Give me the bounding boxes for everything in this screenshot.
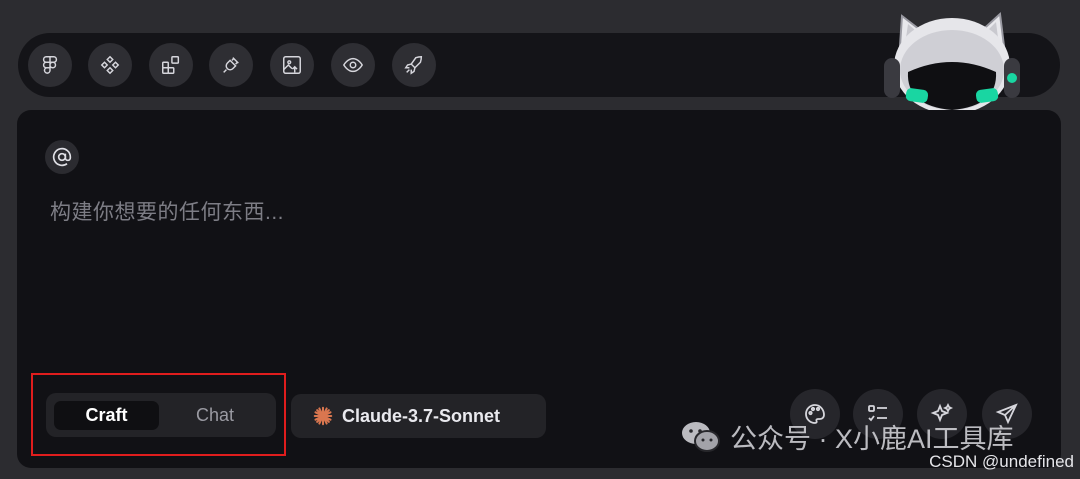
components-icon: [100, 55, 120, 75]
model-label: Claude-3.7-Sonnet: [342, 405, 501, 426]
robot-cat-mascot: [884, 11, 1020, 112]
blocks-icon: [162, 56, 180, 74]
model-selector[interactable]: Claude-3.7-Sonnet: [291, 394, 546, 438]
mention-button[interactable]: [45, 140, 79, 174]
blocks-button[interactable]: [149, 43, 193, 87]
image-upload-icon: [283, 56, 301, 74]
plug-icon: [223, 57, 239, 73]
preview-button[interactable]: [331, 43, 375, 87]
at-icon: [52, 147, 72, 167]
csdn-credit: CSDN @undefined: [929, 452, 1074, 471]
deploy-button[interactable]: [392, 43, 436, 87]
components-button[interactable]: [88, 43, 132, 87]
image-upload-button[interactable]: [270, 43, 314, 87]
figma-button[interactable]: [28, 43, 72, 87]
annotation-highlight-box: [31, 373, 286, 456]
prompt-input[interactable]: 构建你想要的任何东西...: [50, 196, 284, 226]
plugin-button[interactable]: [209, 43, 253, 87]
watermark-text: 公众号 · X小鹿AI工具库: [730, 424, 1014, 454]
wechat-icon: [682, 421, 720, 452]
claude-sparkle-icon: [313, 406, 333, 426]
wechat-watermark: 公众号 · X小鹿AI工具库: [680, 417, 1014, 456]
figma-icon: [42, 56, 58, 74]
rocket-icon: [404, 56, 423, 75]
eye-icon: [342, 57, 364, 73]
